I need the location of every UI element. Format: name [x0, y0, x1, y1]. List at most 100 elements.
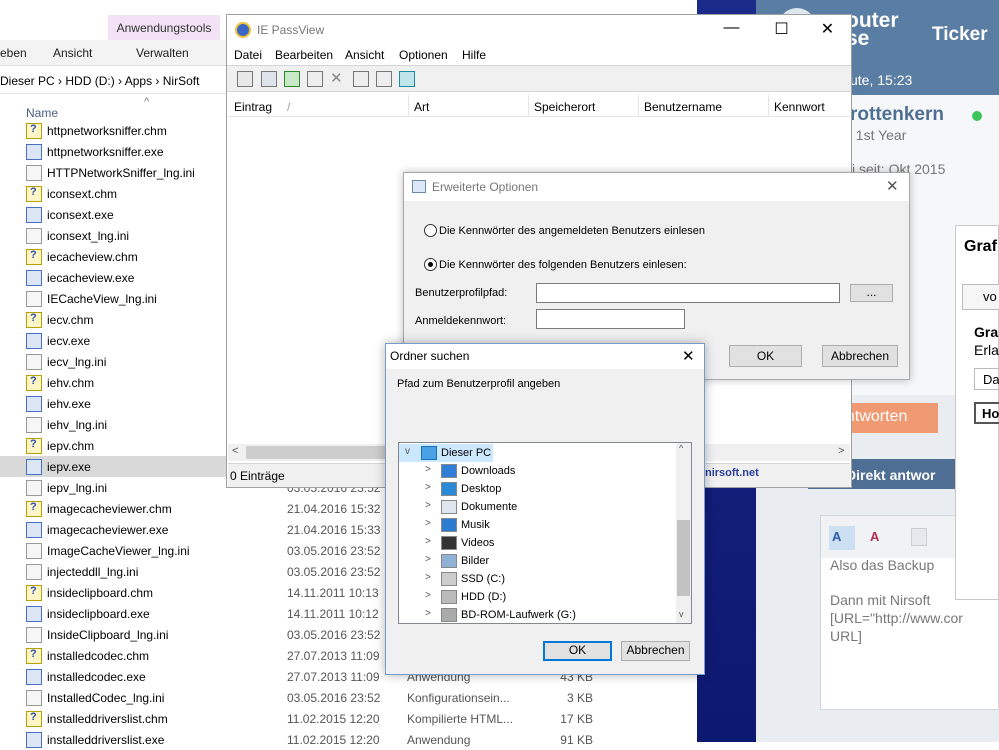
- tree-node[interactable]: > HDD (D:): [419, 588, 669, 606]
- ini-file-icon: [26, 480, 42, 496]
- options-icon[interactable]: [237, 71, 253, 87]
- scroll-up-icon[interactable]: ^: [679, 443, 683, 453]
- iepassview-app-icon: [235, 22, 251, 38]
- chevron-down-icon[interactable]: v: [405, 446, 415, 460]
- ribbon-tab-ansicht[interactable]: Ansicht: [53, 46, 92, 60]
- password-input[interactable]: [536, 309, 685, 329]
- chevron-right-icon[interactable]: >: [425, 536, 435, 550]
- column-art[interactable]: Art: [414, 100, 429, 114]
- scroll-left-icon[interactable]: <: [232, 445, 238, 457]
- font-color-icon[interactable]: A: [865, 526, 891, 550]
- file-row[interactable]: installeddriverslist.chm 11.02.2015 12:20…: [0, 708, 700, 729]
- file-date: 14.11.2011 10:12: [287, 607, 379, 621]
- scrollbar-thumb[interactable]: [246, 446, 406, 459]
- column-kennwort[interactable]: Kennwort: [774, 100, 825, 114]
- side-panel-tab[interactable]: vo: [962, 284, 999, 310]
- refresh-icon[interactable]: [284, 71, 300, 87]
- tree-node[interactable]: > Bilder: [419, 552, 669, 570]
- radio-other-user[interactable]: [424, 258, 437, 271]
- chevron-right-icon[interactable]: >: [425, 500, 435, 514]
- ok-button[interactable]: OK: [543, 641, 612, 661]
- side-panel-button[interactable]: Ho: [974, 402, 999, 424]
- nirsoft-link[interactable]: nirsoft.net: [705, 467, 759, 479]
- column-speicherort[interactable]: Speicherort: [534, 100, 595, 114]
- desktop-icon: [441, 482, 457, 496]
- file-name: iehv_lng.ini: [47, 418, 108, 432]
- tree-node[interactable]: > Musik: [419, 516, 669, 534]
- menu-datei[interactable]: Datei: [234, 48, 262, 62]
- menu-optionen[interactable]: Optionen: [399, 48, 448, 62]
- tree-node-dieser-pc[interactable]: v Dieser PC: [399, 444, 493, 462]
- chm-file-icon: [26, 375, 42, 391]
- ok-button[interactable]: OK: [729, 345, 802, 367]
- close-icon[interactable]: ✕: [886, 177, 899, 195]
- breadcrumb-dieser-pc[interactable]: Dieser PC: [0, 74, 55, 88]
- radio-current-user[interactable]: [424, 224, 437, 237]
- address-bar[interactable]: Dieser PC › HDD (D:) › Apps › NirSoft: [0, 68, 230, 94]
- file-row[interactable]: installeddriverslist.exe 11.02.2015 12:20…: [0, 729, 700, 750]
- tree-node[interactable]: > Videos: [419, 534, 669, 552]
- minimize-button[interactable]: —: [709, 14, 754, 44]
- reply-button[interactable]: ntworten: [846, 403, 938, 433]
- breadcrumb-nirsoft[interactable]: NirSoft: [163, 74, 200, 88]
- ribbon-tab-teilen[interactable]: eben: [0, 46, 27, 60]
- chevron-right-icon[interactable]: >: [425, 554, 435, 568]
- menu-ansicht[interactable]: Ansicht: [345, 48, 384, 62]
- dialog-app-icon: [412, 180, 426, 193]
- properties-icon[interactable]: [353, 71, 369, 87]
- file-row[interactable]: iepv.exe: [0, 456, 230, 477]
- close-button[interactable]: ✕: [805, 14, 850, 44]
- font-size-icon[interactable]: A: [829, 526, 855, 550]
- side-panel-field[interactable]: Da: [974, 368, 999, 390]
- tree-node[interactable]: > Desktop: [419, 480, 669, 498]
- breadcrumb-hdd[interactable]: HDD (D:): [65, 74, 114, 88]
- tree-node[interactable]: > Downloads: [419, 462, 669, 480]
- iepassview-titlebar[interactable]: IE PassView: [227, 15, 851, 45]
- menu-bearbeiten[interactable]: Bearbeiten: [275, 48, 333, 62]
- ticker-link[interactable]: Ticker: [932, 24, 988, 46]
- column-header-name[interactable]: Name: [26, 106, 58, 120]
- chevron-right-icon[interactable]: >: [425, 482, 435, 496]
- maximize-button[interactable]: ☐: [759, 14, 804, 44]
- radio-current-user-label[interactable]: Die Kennwörter des angemeldeten Benutzer…: [439, 225, 705, 237]
- cancel-button[interactable]: Abbrechen: [621, 641, 690, 661]
- file-name: ImageCacheViewer_lng.ini: [47, 544, 190, 558]
- breadcrumb-apps[interactable]: Apps: [125, 74, 152, 88]
- radio-other-user-label[interactable]: Die Kennwörter des folgenden Benutzers e…: [439, 259, 687, 271]
- scroll-down-icon[interactable]: v: [679, 609, 684, 619]
- file-name: HTTPNetworkSniffer_lng.ini: [47, 166, 195, 180]
- browse-folder-titlebar[interactable]: Ordner suchen ✕: [386, 344, 704, 369]
- sort-icon: /: [287, 100, 291, 114]
- folder-tree[interactable]: v Dieser PC > Downloads > Desktop > Dokumente…: [398, 442, 692, 624]
- scrollbar-thumb[interactable]: [677, 520, 690, 596]
- ribbon-tab-verwalten[interactable]: Verwalten: [136, 46, 189, 60]
- copy-icon[interactable]: [307, 71, 323, 87]
- tree-node[interactable]: > BD-ROM-Laufwerk (G:): [419, 606, 669, 624]
- find-icon[interactable]: [376, 71, 392, 87]
- profile-path-input[interactable]: [536, 283, 840, 303]
- chevron-right-icon[interactable]: >: [425, 608, 435, 622]
- advanced-options-titlebar[interactable]: Erweiterte Optionen ✕: [404, 173, 909, 201]
- post-author[interactable]: rottenkern: [850, 104, 944, 126]
- save-icon[interactable]: [261, 71, 277, 87]
- ribbon-context-tab-anwendungstools[interactable]: Anwendungstools: [108, 15, 220, 41]
- tree-node[interactable]: > SSD (C:): [419, 570, 669, 588]
- exit-icon[interactable]: [399, 71, 415, 87]
- chevron-right-icon[interactable]: >: [425, 518, 435, 532]
- scroll-right-icon[interactable]: >: [838, 445, 844, 457]
- column-eintrag[interactable]: Eintrag: [234, 100, 272, 114]
- file-type: Konfigurationsein...: [407, 691, 510, 705]
- paste-icon[interactable]: [911, 528, 927, 546]
- chevron-right-icon[interactable]: >: [425, 590, 435, 604]
- tree-node[interactable]: > Dokumente: [419, 498, 669, 516]
- menu-hilfe[interactable]: Hilfe: [462, 48, 486, 62]
- cancel-button[interactable]: Abbrechen: [822, 345, 898, 367]
- file-row[interactable]: InstalledCodec_lng.ini 03.05.2016 23:52 Ko…: [0, 687, 700, 708]
- column-benutzername[interactable]: Benutzername: [644, 100, 722, 114]
- close-icon[interactable]: ✕: [682, 347, 695, 365]
- chevron-right-icon[interactable]: >: [425, 464, 435, 478]
- browse-button[interactable]: ...: [850, 284, 893, 302]
- chevron-right-icon[interactable]: >: [425, 572, 435, 586]
- delete-icon[interactable]: ✕: [330, 69, 346, 87]
- tree-node-label: Dokumente: [461, 501, 518, 513]
